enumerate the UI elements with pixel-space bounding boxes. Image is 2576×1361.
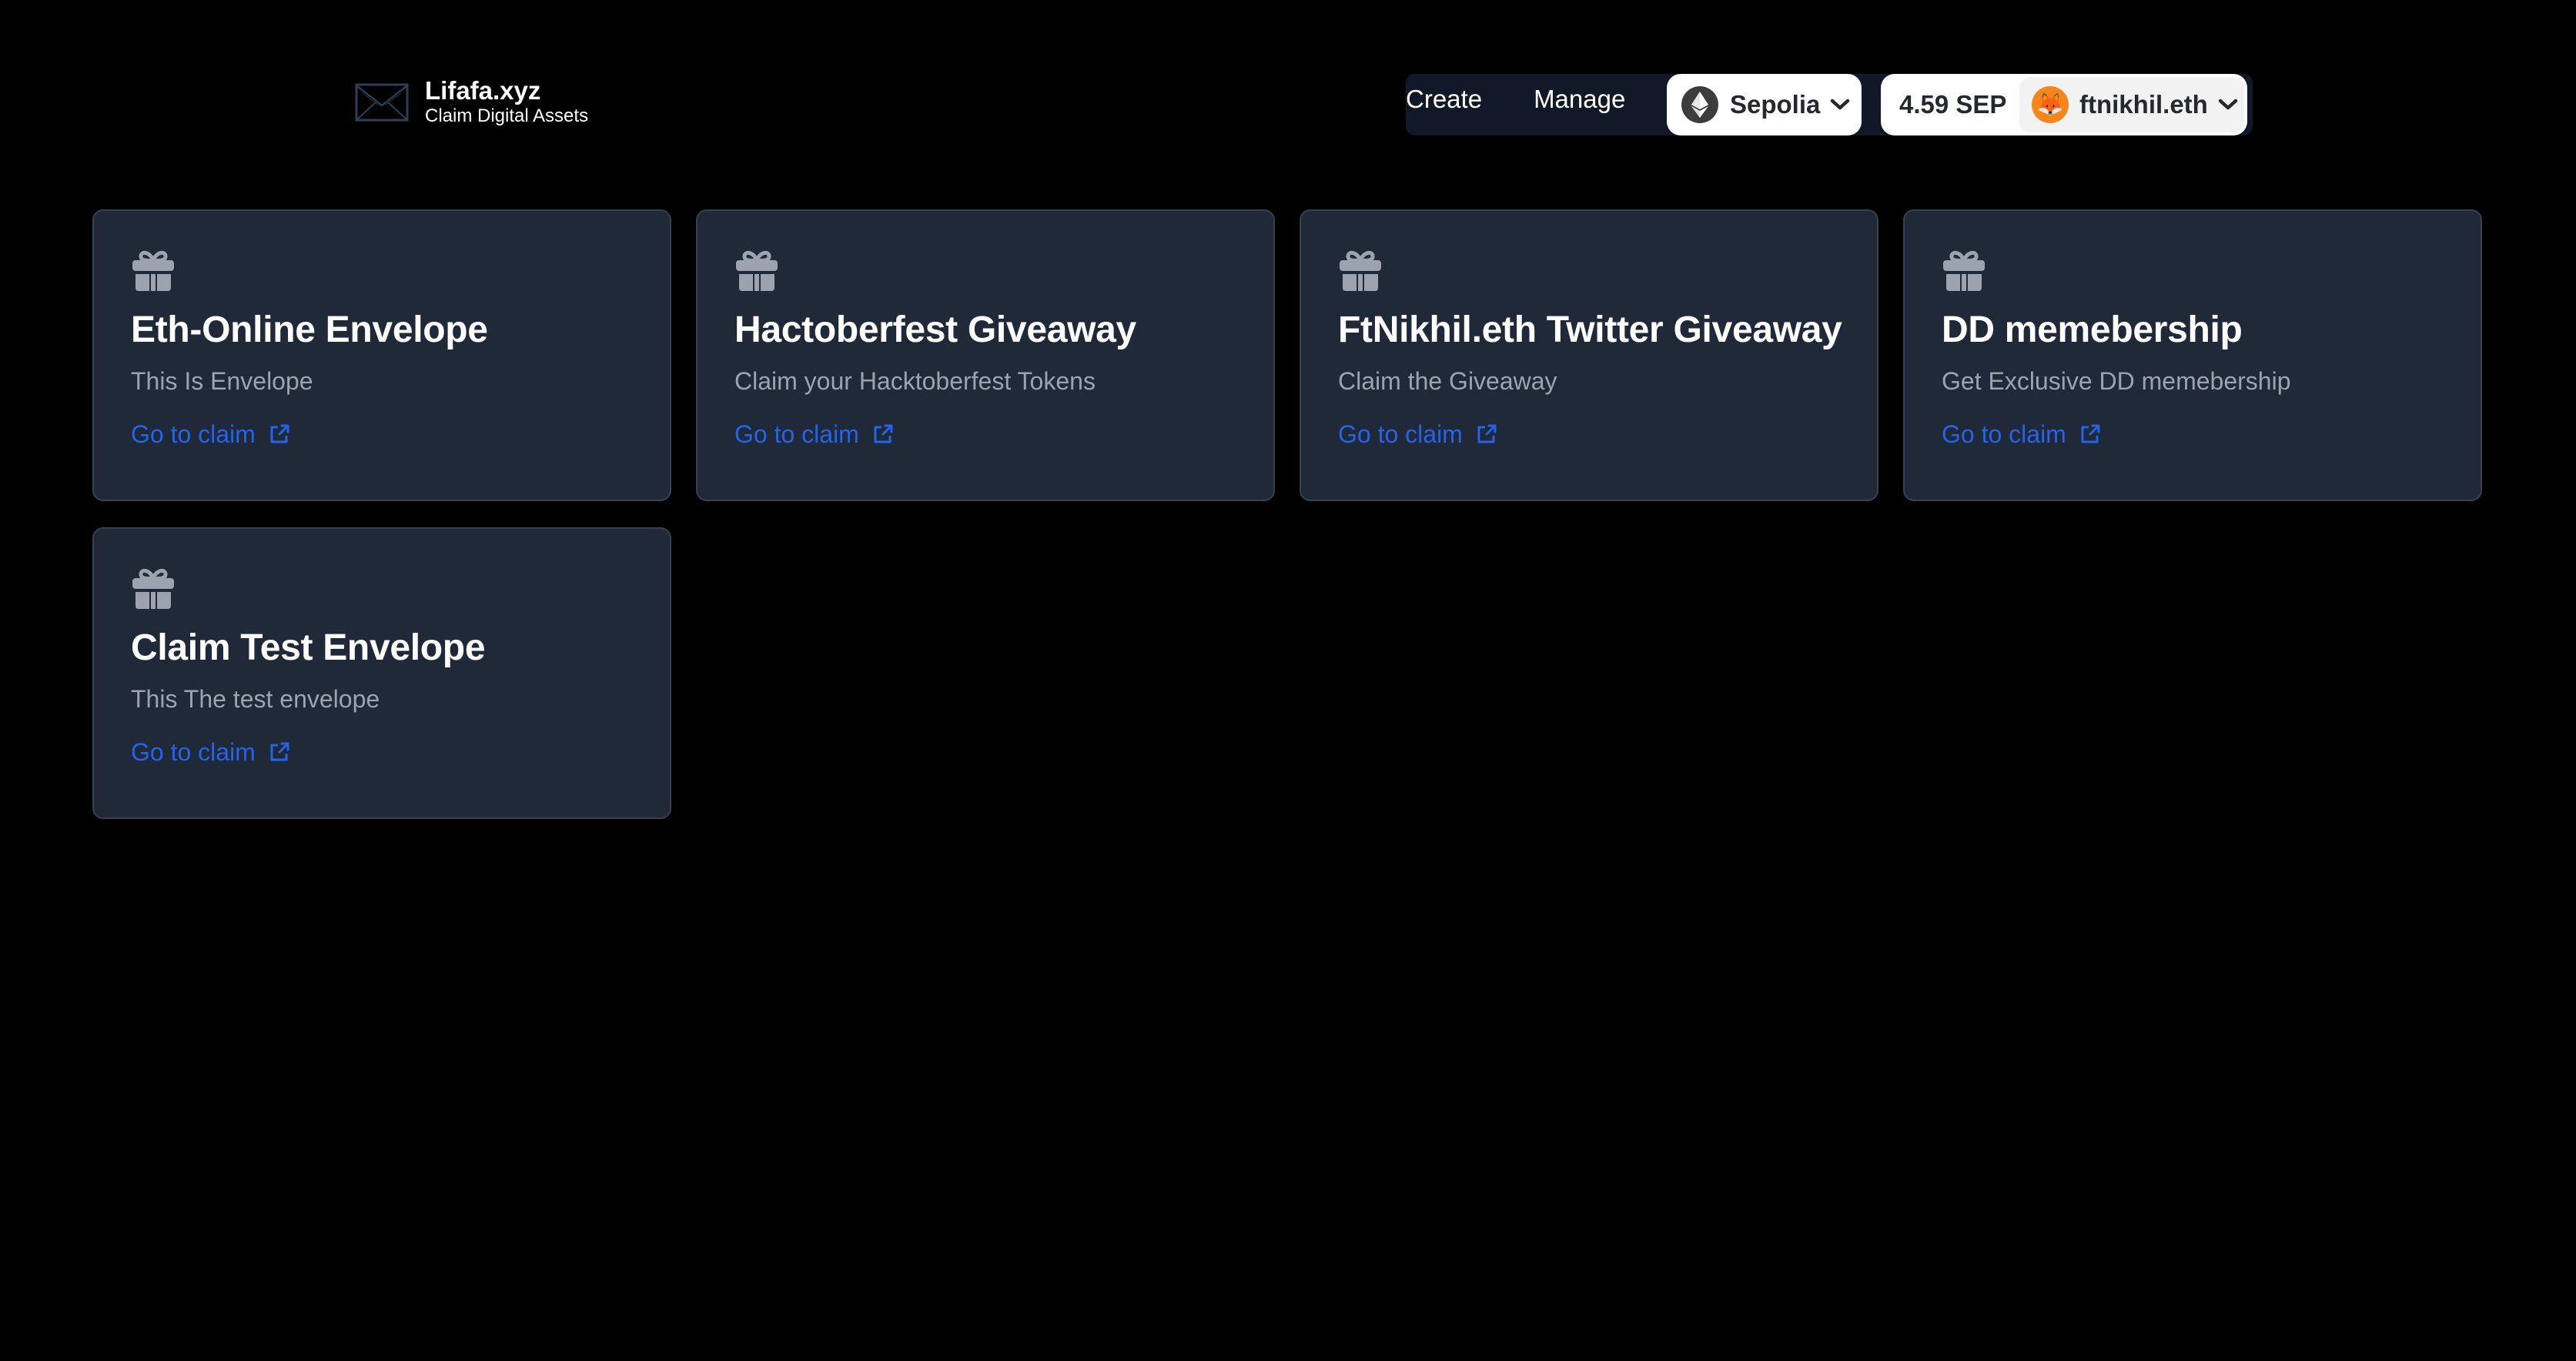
external-link-icon [269, 423, 290, 445]
go-to-claim-label: Go to claim [1942, 420, 2066, 448]
gift-icon [131, 248, 176, 293]
envelope-title: Eth-Online Envelope [131, 309, 488, 350]
envelope-title: Claim Test Envelope [131, 627, 486, 668]
chain-name: Sepolia [1730, 90, 1821, 119]
go-to-claim-link[interactable]: Go to claim [131, 737, 290, 767]
gift-icon [131, 566, 176, 610]
external-link-icon [1476, 423, 1497, 445]
envelope-title: FtNikhil.eth Twitter Giveaway [1338, 309, 1842, 350]
envelope-icon [355, 83, 409, 122]
go-to-claim-link[interactable]: Go to claim [1338, 419, 1497, 450]
go-to-claim-label: Go to claim [131, 420, 256, 448]
chevron-down-icon [2218, 99, 2238, 110]
nav-manage-link[interactable]: Manage [1534, 85, 1625, 113]
account-name: ftnikhil.eth [2079, 90, 2208, 119]
brand-home-link[interactable]: Lifafa.xyz Claim Digital Assets [355, 77, 588, 128]
site-header: Lifafa.xyz Claim Digital Assets Create M… [0, 0, 2576, 185]
envelope-title: DD memebership [1942, 309, 2243, 350]
envelope-card: Eth-Online Envelope This Is Envelope Go … [92, 209, 671, 501]
account-menu-button[interactable]: 🦊 ftnikhil.eth [2019, 77, 2244, 132]
fox-avatar-icon: 🦊 [2032, 86, 2069, 123]
external-link-icon [2079, 423, 2101, 445]
envelope-description: Claim the Giveaway [1338, 367, 1557, 395]
go-to-claim-link[interactable]: Go to claim [734, 419, 894, 450]
go-to-claim-link[interactable]: Go to claim [131, 419, 290, 450]
envelope-card: FtNikhil.eth Twitter Giveaway Claim the … [1300, 209, 1878, 501]
ethereum-icon [1681, 86, 1718, 123]
main-nav: Create Manage Sepolia 4.59 SEP 🦊 ftnikhi… [1406, 74, 2253, 135]
envelope-card: Hactoberfest Giveaway Claim your Hacktob… [696, 209, 1275, 501]
envelope-description: This Is Envelope [131, 367, 313, 395]
gift-icon [734, 248, 779, 293]
external-link-icon [872, 423, 894, 445]
go-to-claim-label: Go to claim [131, 738, 256, 766]
envelope-grid: Eth-Online Envelope This Is Envelope Go … [92, 209, 2482, 819]
envelope-description: This The test envelope [131, 685, 380, 713]
gift-icon [1338, 248, 1383, 293]
go-to-claim-link[interactable]: Go to claim [1942, 419, 2101, 450]
nav-create-link[interactable]: Create [1406, 85, 1482, 113]
chevron-down-icon [1831, 99, 1850, 110]
chain-selector-button[interactable]: Sepolia [1667, 74, 1862, 135]
gift-icon [1942, 248, 1986, 293]
brand-text: Lifafa.xyz Claim Digital Assets [425, 77, 588, 128]
go-to-claim-label: Go to claim [734, 420, 859, 448]
envelope-description: Get Exclusive DD memebership [1942, 367, 2291, 395]
account-button-group: 4.59 SEP 🦊 ftnikhil.eth [1881, 74, 2247, 135]
brand-subtitle: Claim Digital Assets [425, 105, 589, 126]
brand-title: Lifafa.xyz [425, 76, 541, 105]
envelope-title: Hactoberfest Giveaway [734, 309, 1136, 350]
envelope-description: Claim your Hacktoberfest Tokens [734, 367, 1096, 395]
external-link-icon [269, 741, 290, 763]
envelope-card: DD memebership Get Exclusive DD memebers… [1903, 209, 2482, 501]
wallet-balance[interactable]: 4.59 SEP [1884, 90, 2019, 119]
go-to-claim-label: Go to claim [1338, 420, 1463, 448]
envelope-card: Claim Test Envelope This The test envelo… [92, 527, 671, 819]
